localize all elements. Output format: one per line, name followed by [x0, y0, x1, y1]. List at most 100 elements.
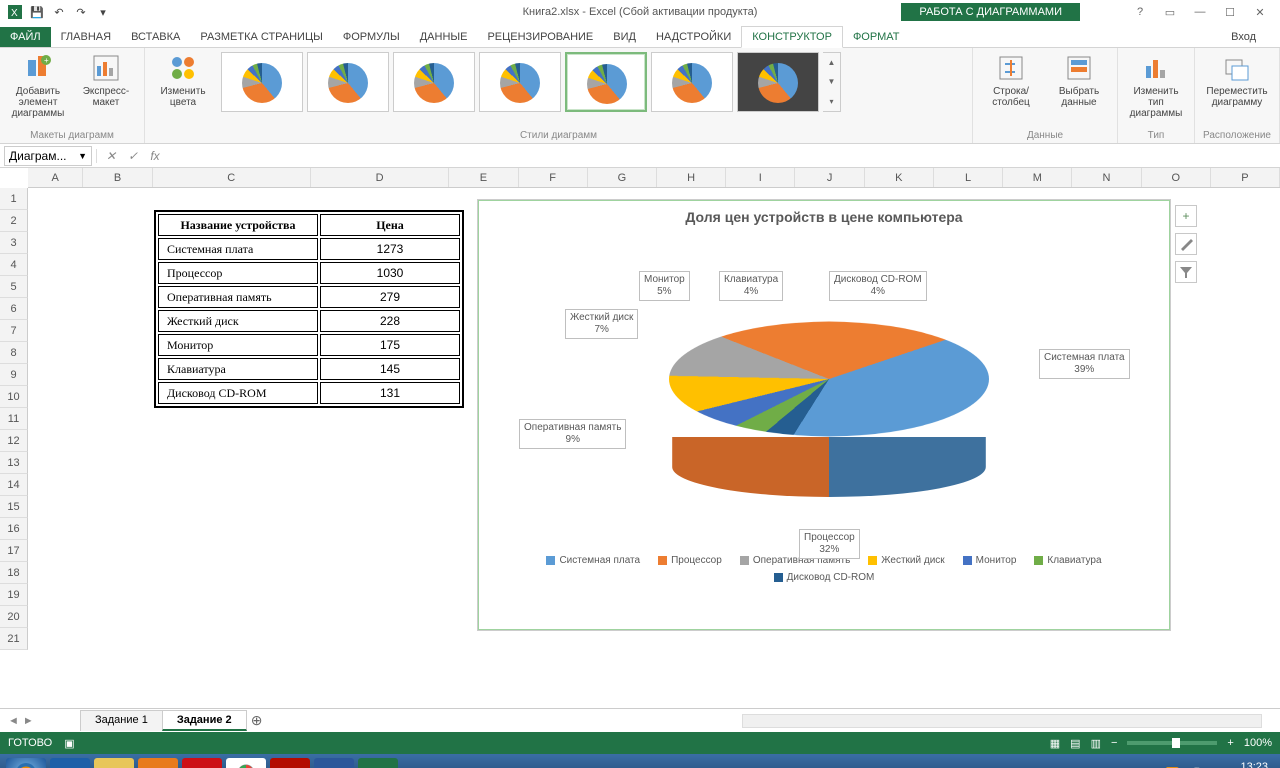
table-cell[interactable]: 1273	[320, 238, 460, 260]
view-page-break-icon[interactable]: ▥	[1091, 737, 1101, 750]
column-header[interactable]: A	[28, 168, 83, 187]
column-header[interactable]: N	[1072, 168, 1141, 187]
start-button[interactable]	[6, 758, 46, 768]
worksheet-grid[interactable]: ABCDEFGHIJKLMNOP 12345678910111213141516…	[0, 168, 1280, 708]
tray-clock[interactable]: 13:23 16.05.2016	[1213, 761, 1268, 768]
row-header[interactable]: 4	[0, 254, 28, 276]
row-header[interactable]: 17	[0, 540, 28, 562]
ribbon-tab-данные[interactable]: ДАННЫЕ	[410, 27, 478, 47]
legend-item[interactable]: Системная плата	[546, 555, 640, 566]
ribbon-tab-формулы[interactable]: ФОРМУЛЫ	[333, 27, 410, 47]
chart-data-label[interactable]: Монитор5%	[639, 271, 690, 301]
row-header[interactable]: 21	[0, 628, 28, 650]
data-table[interactable]: Название устройстваЦенаСистемная плата12…	[154, 210, 464, 408]
table-cell[interactable]: Оперативная память	[158, 286, 318, 308]
zoom-in-icon[interactable]: +	[1227, 737, 1233, 749]
taskbar-ie-icon[interactable]: e	[50, 758, 90, 768]
column-header[interactable]: M	[1003, 168, 1072, 187]
express-layout-button[interactable]: Экспресс-макет	[76, 52, 136, 108]
save-icon[interactable]: 💾	[28, 3, 46, 21]
chart-style-5-selected[interactable]	[565, 52, 647, 112]
ribbon-tab-вставка[interactable]: ВСТАВКА	[121, 27, 190, 47]
row-header[interactable]: 10	[0, 386, 28, 408]
taskbar-opera-icon[interactable]: O	[182, 758, 222, 768]
legend-item[interactable]: Клавиатура	[1034, 555, 1101, 566]
ribbon-tab-главная[interactable]: ГЛАВНАЯ	[51, 27, 121, 47]
sheet-tab[interactable]: Задание 1	[80, 710, 163, 731]
ribbon-tab-конструктор[interactable]: КОНСТРУКТОР	[741, 26, 843, 48]
chart-style-7[interactable]	[737, 52, 819, 112]
ribbon-options-icon[interactable]: ▭	[1158, 6, 1182, 19]
zoom-level[interactable]: 100%	[1244, 737, 1272, 749]
row-header[interactable]: 11	[0, 408, 28, 430]
row-header[interactable]: 13	[0, 452, 28, 474]
sign-in-link[interactable]: Вход	[1221, 27, 1280, 47]
table-row[interactable]: Клавиатура145	[158, 358, 460, 380]
horizontal-scrollbar[interactable]	[742, 714, 1262, 728]
table-cell[interactable]: 145	[320, 358, 460, 380]
change-chart-type-button[interactable]: Изменить тип диаграммы	[1126, 52, 1186, 119]
legend-item[interactable]: Монитор	[963, 555, 1017, 566]
row-header[interactable]: 19	[0, 584, 28, 606]
view-page-layout-icon[interactable]: ▤	[1070, 737, 1080, 750]
row-header[interactable]: 12	[0, 430, 28, 452]
ribbon-tab-разметка страницы[interactable]: РАЗМЕТКА СТРАНИЦЫ	[190, 27, 332, 47]
column-header[interactable]: K	[865, 168, 934, 187]
redo-icon[interactable]: ↷	[72, 3, 90, 21]
table-row[interactable]: Системная плата1273	[158, 238, 460, 260]
table-cell[interactable]: 1030	[320, 262, 460, 284]
view-normal-icon[interactable]: ▦	[1050, 737, 1060, 750]
chart-title[interactable]: Доля цен устройств в цене компьютера	[479, 201, 1169, 229]
row-header[interactable]: 18	[0, 562, 28, 584]
column-header[interactable]: J	[795, 168, 864, 187]
table-cell[interactable]: Процессор	[158, 262, 318, 284]
column-header[interactable]: F	[519, 168, 588, 187]
fx-icon[interactable]: fx	[147, 149, 163, 163]
table-row[interactable]: Дисковод CD-ROM131	[158, 382, 460, 404]
zoom-out-icon[interactable]: −	[1111, 737, 1117, 749]
table-cell[interactable]: Жесткий диск	[158, 310, 318, 332]
table-row[interactable]: Оперативная память279	[158, 286, 460, 308]
row-header[interactable]: 8	[0, 342, 28, 364]
table-cell[interactable]: 228	[320, 310, 460, 332]
chart-style-4[interactable]	[479, 52, 561, 112]
table-header[interactable]: Цена	[320, 214, 460, 236]
minimize-icon[interactable]: —	[1188, 6, 1212, 19]
table-row[interactable]: Процессор1030	[158, 262, 460, 284]
name-box[interactable]: Диаграм...▼	[4, 146, 92, 166]
column-header[interactable]: P	[1211, 168, 1280, 187]
row-header[interactable]: 5	[0, 276, 28, 298]
chart-data-label[interactable]: Процессор32%	[799, 529, 860, 559]
row-header[interactable]: 3	[0, 232, 28, 254]
legend-item[interactable]: Жесткий диск	[868, 555, 944, 566]
chart-style-3[interactable]	[393, 52, 475, 112]
table-row[interactable]: Жесткий диск228	[158, 310, 460, 332]
row-header[interactable]: 2	[0, 210, 28, 232]
chart-styles-more[interactable]: ▲▼▾	[823, 52, 841, 112]
help-icon[interactable]: ?	[1128, 6, 1152, 19]
table-cell[interactable]: Клавиатура	[158, 358, 318, 380]
chart-data-label[interactable]: Дисковод CD-ROM4%	[829, 271, 927, 301]
chart-data-label[interactable]: Клавиатура4%	[719, 271, 783, 301]
row-header[interactable]: 14	[0, 474, 28, 496]
chart-data-label[interactable]: Системная плата39%	[1039, 349, 1130, 379]
taskbar-explorer-icon[interactable]: 📁	[94, 758, 134, 768]
chart-style-6[interactable]	[651, 52, 733, 112]
zoom-slider[interactable]	[1127, 741, 1217, 745]
chart-filter-button[interactable]	[1175, 261, 1197, 283]
table-cell[interactable]: 131	[320, 382, 460, 404]
select-data-button[interactable]: Выбрать данные	[1049, 52, 1109, 108]
ribbon-tab-файл[interactable]: ФАЙЛ	[0, 27, 51, 47]
chart-object[interactable]: Доля цен устройств в цене компьютера Сис…	[478, 200, 1170, 630]
ribbon-tab-формат[interactable]: ФОРМАТ	[843, 27, 910, 47]
macro-record-icon[interactable]: ▣	[64, 737, 74, 750]
row-header[interactable]: 6	[0, 298, 28, 320]
column-header[interactable]: G	[588, 168, 657, 187]
table-cell[interactable]: Монитор	[158, 334, 318, 356]
chart-style-2[interactable]	[307, 52, 389, 112]
taskbar-excel-icon[interactable]: X	[358, 758, 398, 768]
enter-formula-icon[interactable]: ✓	[125, 149, 141, 163]
row-header[interactable]: 15	[0, 496, 28, 518]
chart-style-1[interactable]	[221, 52, 303, 112]
column-header[interactable]: H	[657, 168, 726, 187]
